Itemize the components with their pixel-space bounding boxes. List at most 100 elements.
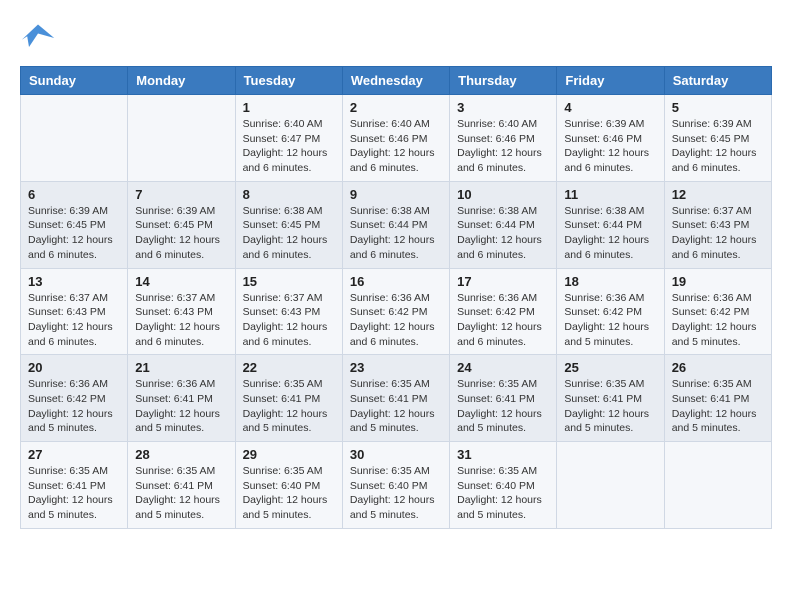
day-info: Sunrise: 6:38 AMSunset: 6:44 PMDaylight:… (350, 204, 442, 263)
day-number: 19 (672, 274, 764, 289)
calendar-cell: 2 Sunrise: 6:40 AMSunset: 6:46 PMDaylight… (342, 95, 449, 182)
calendar-cell: 6Sunrise: 6:39 AMSunset: 6:45 PMDaylight… (21, 181, 128, 268)
calendar-table: SundayMondayTuesdayWednesdayThursdayFrid… (20, 66, 772, 529)
calendar-cell: 5 Sunrise: 6:39 AMSunset: 6:45 PMDaylight… (664, 95, 771, 182)
day-number: 4 (564, 100, 656, 115)
calendar-cell (21, 95, 128, 182)
day-info: Sunrise: 6:35 AMSunset: 6:41 PMDaylight:… (243, 377, 335, 436)
day-number: 25 (564, 360, 656, 375)
day-info: Sunrise: 6:38 AMSunset: 6:44 PMDaylight:… (457, 204, 549, 263)
day-info: Sunrise: 6:40 AMSunset: 6:47 PMDaylight:… (243, 117, 335, 176)
day-number: 17 (457, 274, 549, 289)
calendar-cell: 11 Sunrise: 6:38 AMSunset: 6:44 PMDayligh… (557, 181, 664, 268)
calendar-cell: 12 Sunrise: 6:37 AMSunset: 6:43 PMDayligh… (664, 181, 771, 268)
day-info: Sunrise: 6:39 AMSunset: 6:45 PMDaylight:… (135, 204, 227, 263)
logo (20, 20, 60, 56)
day-info: Sunrise: 6:35 AMSunset: 6:41 PMDaylight:… (564, 377, 656, 436)
calendar-cell: 31 Sunrise: 6:35 AMSunset: 6:40 PMDayligh… (450, 442, 557, 529)
calendar-cell: 22 Sunrise: 6:35 AMSunset: 6:41 PMDayligh… (235, 355, 342, 442)
day-info: Sunrise: 6:36 AMSunset: 6:42 PMDaylight:… (457, 291, 549, 350)
calendar-cell: 20 Sunrise: 6:36 AMSunset: 6:42 PMDayligh… (21, 355, 128, 442)
week-row-4: 20 Sunrise: 6:36 AMSunset: 6:42 PMDayligh… (21, 355, 772, 442)
day-info: Sunrise: 6:39 AMSunset: 6:46 PMDaylight:… (564, 117, 656, 176)
calendar-cell: 28 Sunrise: 6:35 AMSunset: 6:41 PMDayligh… (128, 442, 235, 529)
calendar-cell: 29 Sunrise: 6:35 AMSunset: 6:40 PMDayligh… (235, 442, 342, 529)
day-number: 2 (350, 100, 442, 115)
day-number: 10 (457, 187, 549, 202)
day-info: Sunrise: 6:36 AMSunset: 6:42 PMDaylight:… (28, 377, 120, 436)
calendar-cell: 15 Sunrise: 6:37 AMSunset: 6:43 PMDayligh… (235, 268, 342, 355)
day-number: 9 (350, 187, 442, 202)
day-number: 31 (457, 447, 549, 462)
calendar-cell: 16Sunrise: 6:36 AMSunset: 6:42 PMDayligh… (342, 268, 449, 355)
day-info: Sunrise: 6:37 AMSunset: 6:43 PMDaylight:… (28, 291, 120, 350)
day-info: Sunrise: 6:37 AMSunset: 6:43 PMDaylight:… (672, 204, 764, 263)
weekday-header-wednesday: Wednesday (342, 67, 449, 95)
day-info: Sunrise: 6:35 AMSunset: 6:40 PMDaylight:… (457, 464, 549, 523)
day-info: Sunrise: 6:35 AMSunset: 6:41 PMDaylight:… (350, 377, 442, 436)
calendar-cell: 7 Sunrise: 6:39 AMSunset: 6:45 PMDaylight… (128, 181, 235, 268)
day-number: 3 (457, 100, 549, 115)
weekday-header-friday: Friday (557, 67, 664, 95)
calendar-cell: 13Sunrise: 6:37 AMSunset: 6:43 PMDayligh… (21, 268, 128, 355)
day-number: 23 (350, 360, 442, 375)
day-number: 20 (28, 360, 120, 375)
day-info: Sunrise: 6:35 AMSunset: 6:40 PMDaylight:… (243, 464, 335, 523)
day-info: Sunrise: 6:38 AMSunset: 6:45 PMDaylight:… (243, 204, 335, 263)
day-number: 5 (672, 100, 764, 115)
calendar-cell: 27 Sunrise: 6:35 AMSunset: 6:41 PMDayligh… (21, 442, 128, 529)
calendar-cell (664, 442, 771, 529)
day-info: Sunrise: 6:38 AMSunset: 6:44 PMDaylight:… (564, 204, 656, 263)
day-number: 22 (243, 360, 335, 375)
calendar-cell: 18Sunrise: 6:36 AMSunset: 6:42 PMDayligh… (557, 268, 664, 355)
calendar-cell (128, 95, 235, 182)
day-number: 15 (243, 274, 335, 289)
calendar-cell: 30Sunrise: 6:35 AMSunset: 6:40 PMDayligh… (342, 442, 449, 529)
day-number: 1 (243, 100, 335, 115)
calendar-cell: 3 Sunrise: 6:40 AMSunset: 6:46 PMDaylight… (450, 95, 557, 182)
weekday-header-row: SundayMondayTuesdayWednesdayThursdayFrid… (21, 67, 772, 95)
logo-bird-icon (20, 20, 56, 56)
day-number: 16 (350, 274, 442, 289)
calendar-cell: 26Sunrise: 6:35 AMSunset: 6:41 PMDayligh… (664, 355, 771, 442)
calendar-cell: 8Sunrise: 6:38 AMSunset: 6:45 PMDaylight… (235, 181, 342, 268)
day-info: Sunrise: 6:35 AMSunset: 6:41 PMDaylight:… (28, 464, 120, 523)
day-info: Sunrise: 6:40 AMSunset: 6:46 PMDaylight:… (350, 117, 442, 176)
page-header (20, 20, 772, 56)
calendar-cell (557, 442, 664, 529)
week-row-1: 1 Sunrise: 6:40 AMSunset: 6:47 PMDaylight… (21, 95, 772, 182)
calendar-cell: 10 Sunrise: 6:38 AMSunset: 6:44 PMDayligh… (450, 181, 557, 268)
day-number: 7 (135, 187, 227, 202)
day-info: Sunrise: 6:36 AMSunset: 6:42 PMDaylight:… (672, 291, 764, 350)
day-number: 11 (564, 187, 656, 202)
weekday-header-saturday: Saturday (664, 67, 771, 95)
calendar-cell: 9 Sunrise: 6:38 AMSunset: 6:44 PMDaylight… (342, 181, 449, 268)
day-info: Sunrise: 6:37 AMSunset: 6:43 PMDaylight:… (243, 291, 335, 350)
week-row-2: 6Sunrise: 6:39 AMSunset: 6:45 PMDaylight… (21, 181, 772, 268)
week-row-5: 27 Sunrise: 6:35 AMSunset: 6:41 PMDayligh… (21, 442, 772, 529)
day-info: Sunrise: 6:35 AMSunset: 6:40 PMDaylight:… (350, 464, 442, 523)
calendar-cell: 24Sunrise: 6:35 AMSunset: 6:41 PMDayligh… (450, 355, 557, 442)
calendar-cell: 23 Sunrise: 6:35 AMSunset: 6:41 PMDayligh… (342, 355, 449, 442)
weekday-header-monday: Monday (128, 67, 235, 95)
weekday-header-sunday: Sunday (21, 67, 128, 95)
day-number: 29 (243, 447, 335, 462)
day-info: Sunrise: 6:36 AMSunset: 6:41 PMDaylight:… (135, 377, 227, 436)
calendar-cell: 17 Sunrise: 6:36 AMSunset: 6:42 PMDayligh… (450, 268, 557, 355)
day-number: 28 (135, 447, 227, 462)
calendar-cell: 25 Sunrise: 6:35 AMSunset: 6:41 PMDayligh… (557, 355, 664, 442)
day-number: 24 (457, 360, 549, 375)
day-number: 27 (28, 447, 120, 462)
day-info: Sunrise: 6:35 AMSunset: 6:41 PMDaylight:… (135, 464, 227, 523)
calendar-cell: 4 Sunrise: 6:39 AMSunset: 6:46 PMDaylight… (557, 95, 664, 182)
day-number: 12 (672, 187, 764, 202)
day-number: 21 (135, 360, 227, 375)
day-info: Sunrise: 6:37 AMSunset: 6:43 PMDaylight:… (135, 291, 227, 350)
day-info: Sunrise: 6:39 AMSunset: 6:45 PMDaylight:… (672, 117, 764, 176)
day-info: Sunrise: 6:40 AMSunset: 6:46 PMDaylight:… (457, 117, 549, 176)
calendar-cell: 1 Sunrise: 6:40 AMSunset: 6:47 PMDaylight… (235, 95, 342, 182)
week-row-3: 13Sunrise: 6:37 AMSunset: 6:43 PMDayligh… (21, 268, 772, 355)
calendar-cell: 14Sunrise: 6:37 AMSunset: 6:43 PMDayligh… (128, 268, 235, 355)
day-info: Sunrise: 6:36 AMSunset: 6:42 PMDaylight:… (564, 291, 656, 350)
calendar-cell: 21 Sunrise: 6:36 AMSunset: 6:41 PMDayligh… (128, 355, 235, 442)
